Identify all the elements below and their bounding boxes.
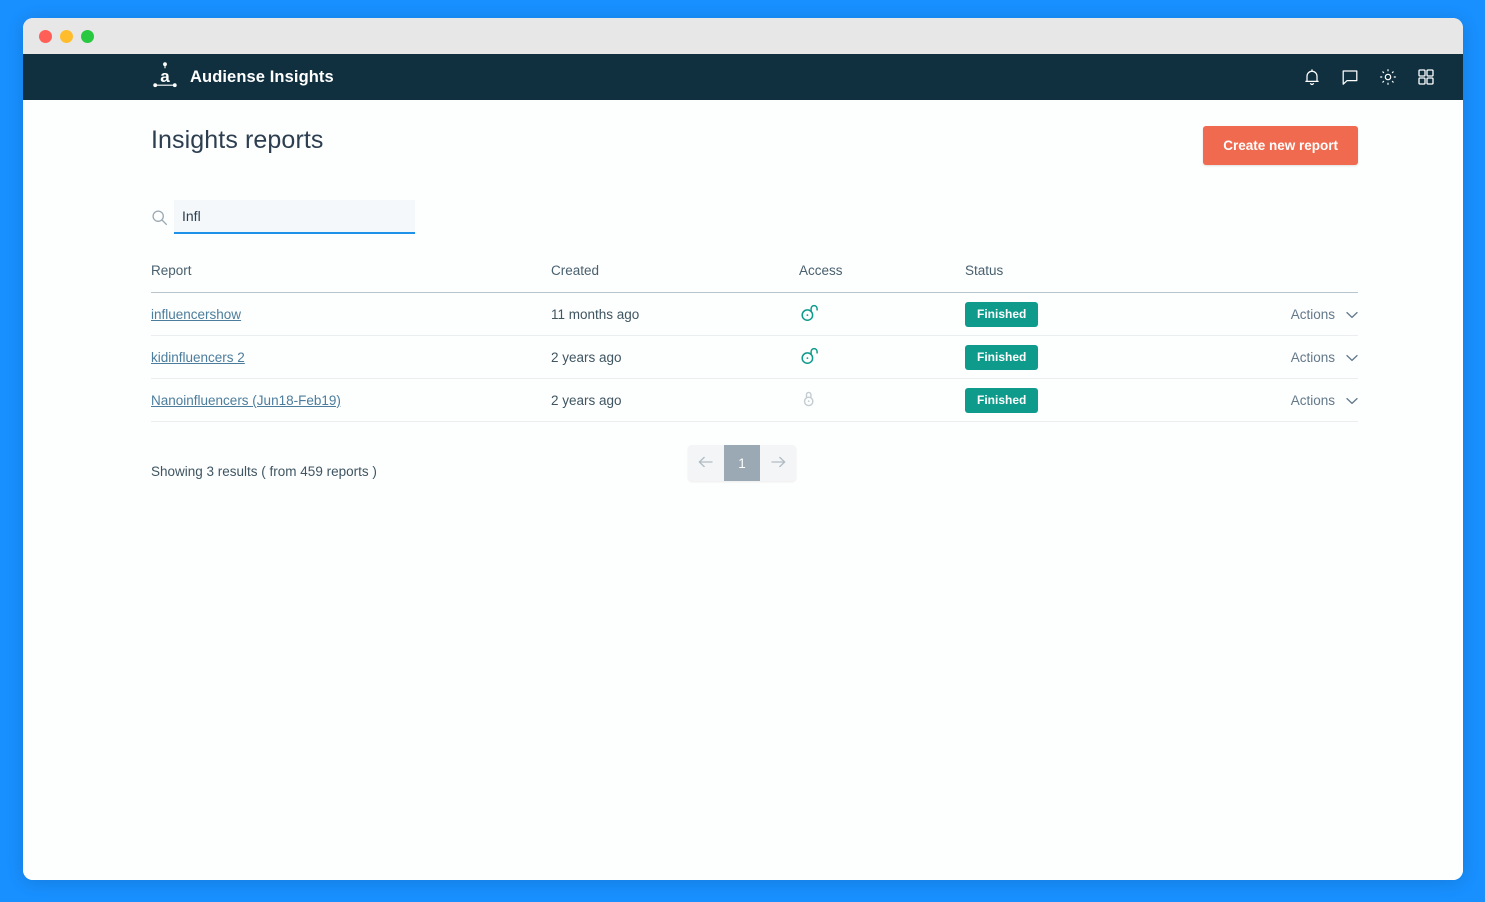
access-cell	[799, 292, 965, 336]
brand[interactable]: a Audiense Insights	[151, 61, 334, 94]
status-badge: Finished	[965, 301, 1039, 327]
actions-label: Actions	[1290, 349, 1335, 365]
page-content: Insights reports Create new report Repor…	[23, 100, 1463, 880]
gear-icon[interactable]	[1377, 66, 1399, 88]
chevron-down-icon	[1346, 307, 1358, 322]
report-link[interactable]: Nanoinfluencers (Jun18-Feb19)	[151, 393, 341, 408]
status-cell: Finished	[965, 335, 1280, 379]
browser-window: a Audiense Insights Insights reports Cre…	[23, 18, 1463, 880]
report-name-cell: Nanoinfluencers (Jun18-Feb19)	[151, 378, 551, 422]
page-header-row: Insights reports Create new report	[151, 126, 1358, 165]
actions-dropdown[interactable]: Actions	[1291, 393, 1358, 408]
table-header-row: Report Created Access Status	[151, 263, 1358, 293]
appbar-icon-group	[1301, 66, 1437, 88]
table-row: influencershow 11 months ago Finished Ac…	[151, 292, 1358, 336]
report-name-cell: kidinfluencers 2	[151, 335, 551, 379]
minimize-window-button[interactable]	[60, 29, 73, 43]
pagination: 1	[688, 445, 796, 481]
actions-cell: Actions	[1280, 335, 1358, 379]
table-row: Nanoinfluencers (Jun18-Feb19) 2 years ag…	[151, 378, 1358, 422]
actions-dropdown[interactable]: Actions	[1291, 350, 1358, 365]
status-cell: Finished	[965, 378, 1280, 422]
page-title: Insights reports	[151, 126, 324, 154]
arrow-right-icon	[769, 455, 787, 472]
unlock-icon[interactable]	[799, 347, 820, 369]
column-header-actions	[1280, 263, 1358, 293]
pagination-page-1[interactable]: 1	[724, 445, 760, 481]
maximize-window-button[interactable]	[81, 29, 94, 43]
unlock-icon[interactable]	[799, 304, 820, 326]
brand-name: Audiense Insights	[190, 67, 334, 86]
table-footer: Showing 3 results ( from 459 reports ) 1	[151, 445, 1358, 494]
report-name-cell: influencershow	[151, 292, 551, 336]
created-cell: 11 months ago	[551, 292, 799, 336]
actions-dropdown[interactable]: Actions	[1291, 307, 1358, 322]
svg-text:a: a	[160, 67, 170, 86]
arrow-left-icon	[697, 455, 715, 472]
close-window-button[interactable]	[39, 29, 52, 43]
actions-label: Actions	[1290, 392, 1335, 408]
table-row: kidinfluencers 2 2 years ago Finished Ac…	[151, 335, 1358, 379]
created-cell: 2 years ago	[551, 335, 799, 379]
pagination-prev-button[interactable]	[688, 445, 724, 481]
column-header-access[interactable]: Access	[799, 263, 965, 293]
search-icon	[151, 209, 168, 226]
chevron-down-icon	[1346, 350, 1358, 365]
bell-icon[interactable]	[1301, 66, 1323, 88]
search-bar	[151, 200, 415, 234]
created-cell: 2 years ago	[551, 378, 799, 422]
grid-apps-icon[interactable]	[1415, 66, 1437, 88]
status-badge: Finished	[965, 344, 1039, 370]
report-link[interactable]: influencershow	[151, 307, 241, 322]
status-badge: Finished	[965, 387, 1039, 413]
create-new-report-button[interactable]: Create new report	[1203, 126, 1358, 165]
actions-cell: Actions	[1280, 292, 1358, 336]
table-header: Report Created Access Status	[151, 263, 1358, 293]
actions-label: Actions	[1290, 306, 1335, 322]
column-header-status[interactable]: Status	[965, 263, 1280, 293]
lock-icon[interactable]	[799, 391, 820, 412]
audiense-a-logo-icon: a	[151, 61, 179, 94]
app-header: a Audiense Insights	[23, 54, 1463, 100]
access-cell	[799, 335, 965, 379]
window-titlebar	[23, 18, 1463, 54]
reports-table: Report Created Access Status influencers…	[151, 263, 1358, 422]
actions-cell: Actions	[1280, 378, 1358, 422]
status-cell: Finished	[965, 292, 1280, 336]
column-header-report[interactable]: Report	[151, 263, 551, 293]
chat-bubble-icon[interactable]	[1339, 66, 1361, 88]
access-cell	[799, 378, 965, 422]
chevron-down-icon	[1346, 393, 1358, 408]
pagination-next-button[interactable]	[760, 445, 796, 481]
search-input[interactable]	[174, 200, 415, 234]
table-body: influencershow 11 months ago Finished Ac…	[151, 292, 1358, 422]
column-header-created[interactable]: Created	[551, 263, 799, 293]
report-link[interactable]: kidinfluencers 2	[151, 350, 245, 365]
